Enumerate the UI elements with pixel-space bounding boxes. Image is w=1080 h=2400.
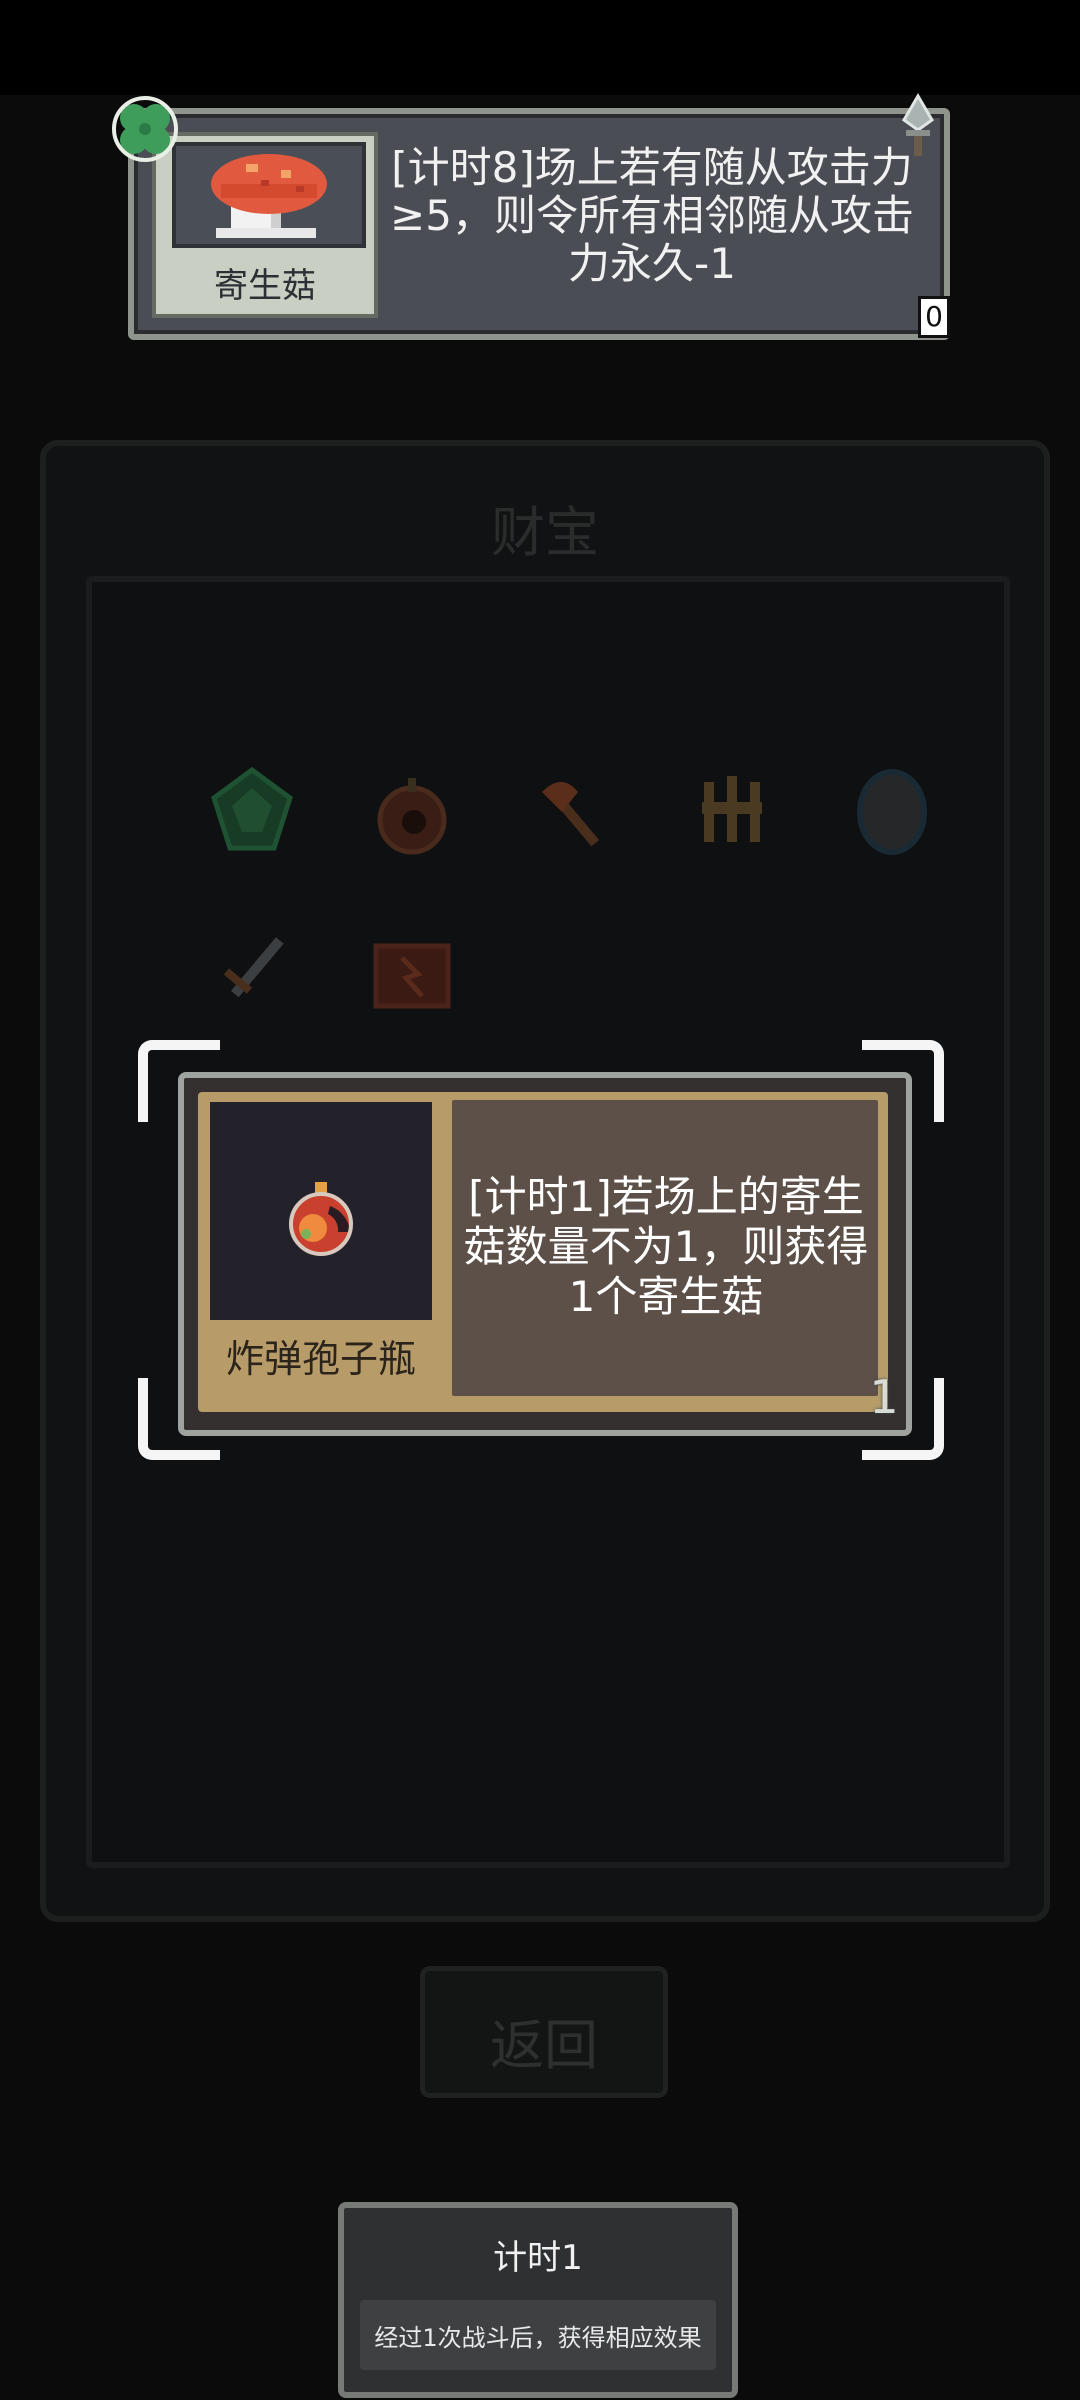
tooltip-body: 经过1次战斗后，获得相应效果 [360,2300,716,2370]
minion-portrait [172,142,366,248]
clover-icon [112,96,178,162]
treasure-description: [计时1]若场上的寄生菇数量不为1，则获得1个寄生菇 [463,1172,869,1321]
bomb-icon[interactable] [362,762,462,862]
dagger-icon [902,93,934,156]
claw-icon[interactable] [682,762,782,862]
minion-description: [计时8]场上若有随从攻击力≥5，则令所有相邻随从攻击力永久-1 [390,143,914,288]
treasure-card[interactable]: 炸弹孢子瓶 [计时1]若场上的寄生菇数量不为1，则获得1个寄生菇 1 [178,1072,912,1436]
axe-icon[interactable] [522,762,622,862]
chest-icon[interactable] [362,922,462,1022]
minion-count: 0 [918,296,950,338]
treasure-count: 1 [869,1370,899,1424]
spore-bomb-icon [289,1182,353,1256]
emerald-icon[interactable] [202,762,302,862]
stone-icon[interactable] [842,762,942,862]
tooltip-text: 经过1次战斗后，获得相应效果 [374,2324,702,2352]
treasure-card-frame: 炸弹孢子瓶 [计时1]若场上的寄生菇数量不为1，则获得1个寄生菇 [198,1092,888,1412]
mushroom-icon [211,154,327,238]
tooltip-title: 计时1 [493,2238,583,2278]
top-status-bar [0,0,1080,95]
treasure-name: 炸弹孢子瓶 [225,1337,416,1381]
return-button[interactable]: 返回 [420,1966,668,2098]
minion-card[interactable]: 寄生菇 [计时8]场上若有随从攻击力≥5，则令所有相邻随从攻击力永久-1 [128,108,950,340]
panel-title: 财宝 [491,501,599,564]
sword-icon[interactable] [202,922,302,1022]
minion-name: 寄生菇 [214,266,316,306]
minion-info-panel: 寄生菇 [152,132,378,318]
timer-tooltip: 计时1 经过1次战斗后，获得相应效果 [338,2202,738,2398]
return-button-label: 返回 [490,2014,598,2077]
treasure-portrait [210,1102,432,1320]
